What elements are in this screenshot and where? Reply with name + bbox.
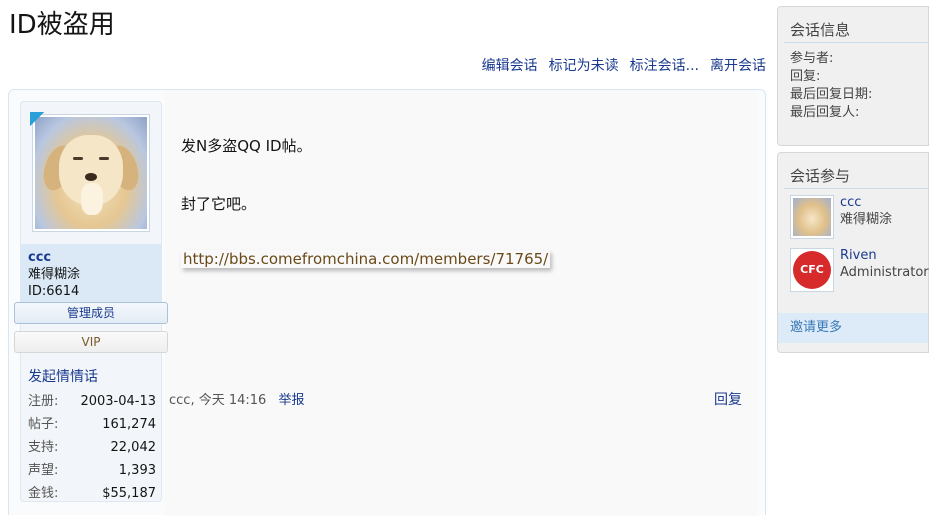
label-conversation-link[interactable]: 标注会话...: [630, 55, 699, 75]
stat-row: 支持: 22,042: [28, 436, 156, 459]
stat-label: 注册:: [28, 394, 59, 409]
user-avatar[interactable]: [32, 114, 150, 232]
report-link[interactable]: 举报: [278, 393, 304, 408]
edit-conversation-link[interactable]: 编辑会话: [482, 55, 538, 75]
stat-value: 161,274: [102, 417, 156, 432]
moderator-badge: 管理成员: [14, 302, 168, 324]
user-stats: 发起情情话 注册: 2003-04-13 帖子: 161,274 支持: 22,…: [28, 366, 156, 505]
participant-role: 难得糊涂: [840, 212, 893, 227]
participant-name-link[interactable]: ccc: [840, 195, 861, 211]
stat-value: 22,042: [110, 440, 157, 455]
conversation-info-panel: 会话信息 参与者: 回复: 最后回复日期: 最后回复人:: [777, 6, 929, 146]
divider: [784, 42, 928, 43]
info-row: 最后回复人:: [790, 105, 860, 120]
participant-avatar[interactable]: CFC: [790, 248, 834, 292]
stat-value: 2003-04-13: [80, 394, 156, 409]
participant-name-link[interactable]: Riven: [840, 248, 877, 264]
reply-link[interactable]: 回复: [714, 389, 742, 409]
stat-label: 帖子:: [28, 417, 59, 432]
vip-badge: VIP: [14, 331, 168, 353]
user-title: 难得糊涂: [28, 267, 81, 282]
stat-row: 帖子: 161,274: [28, 413, 156, 436]
info-row: 最后回复日期:: [790, 87, 873, 102]
page-title: ID被盗用: [9, 10, 115, 40]
participant-avatar[interactable]: [790, 195, 834, 239]
puppy-avatar-image: [35, 117, 147, 229]
info-row: 回复:: [790, 69, 821, 84]
conversation-toolbar: 编辑会话 标记为未读 标注会话... 离开会话: [482, 55, 766, 75]
message-footer: ccc, 今天 14:16 举报: [169, 389, 304, 408]
start-conversation-link[interactable]: 发起情情话: [28, 366, 156, 386]
cfc-logo-icon: CFC: [793, 251, 831, 289]
user-info: ccc 难得糊涂 ID:6614: [20, 244, 162, 302]
participants-panel: 会话参与 ccc 难得糊涂 CFC Riven Administrator 邀请…: [777, 152, 929, 353]
message-url-link[interactable]: http://bbs.comefromchina.com/members/717…: [181, 250, 551, 268]
panel-heading: 会话信息: [790, 21, 851, 39]
message-line: 封了它吧。: [181, 195, 257, 213]
stat-value: 1,393: [118, 463, 156, 478]
participant-role: Administrator: [840, 265, 929, 280]
online-corner-icon: [30, 112, 44, 126]
divider: [784, 188, 928, 189]
stat-label: 声望:: [28, 463, 59, 478]
puppy-avatar-icon: [793, 198, 831, 236]
message-line: 发N多盗QQ ID帖。: [181, 137, 312, 155]
stat-row: 金钱: $55,187: [28, 482, 156, 505]
stat-row: 声望: 1,393: [28, 459, 156, 482]
invite-more-link[interactable]: 邀请更多: [778, 313, 928, 343]
mark-unread-link[interactable]: 标记为未读: [549, 55, 619, 75]
user-id: ID:6614: [28, 284, 80, 299]
participant-item: CFC Riven Administrator: [790, 248, 929, 292]
info-row: 参与者:: [790, 51, 834, 66]
participant-item: ccc 难得糊涂: [790, 195, 929, 239]
stat-label: 金钱:: [28, 486, 59, 501]
message-meta: ccc, 今天 14:16: [169, 393, 267, 408]
username-link[interactable]: ccc: [28, 250, 154, 266]
stat-label: 支持:: [28, 440, 59, 455]
panel-heading: 会话参与: [790, 167, 851, 185]
leave-conversation-link[interactable]: 离开会话: [710, 55, 766, 75]
stat-row: 注册: 2003-04-13: [28, 390, 156, 413]
stat-value: $55,187: [102, 486, 156, 501]
